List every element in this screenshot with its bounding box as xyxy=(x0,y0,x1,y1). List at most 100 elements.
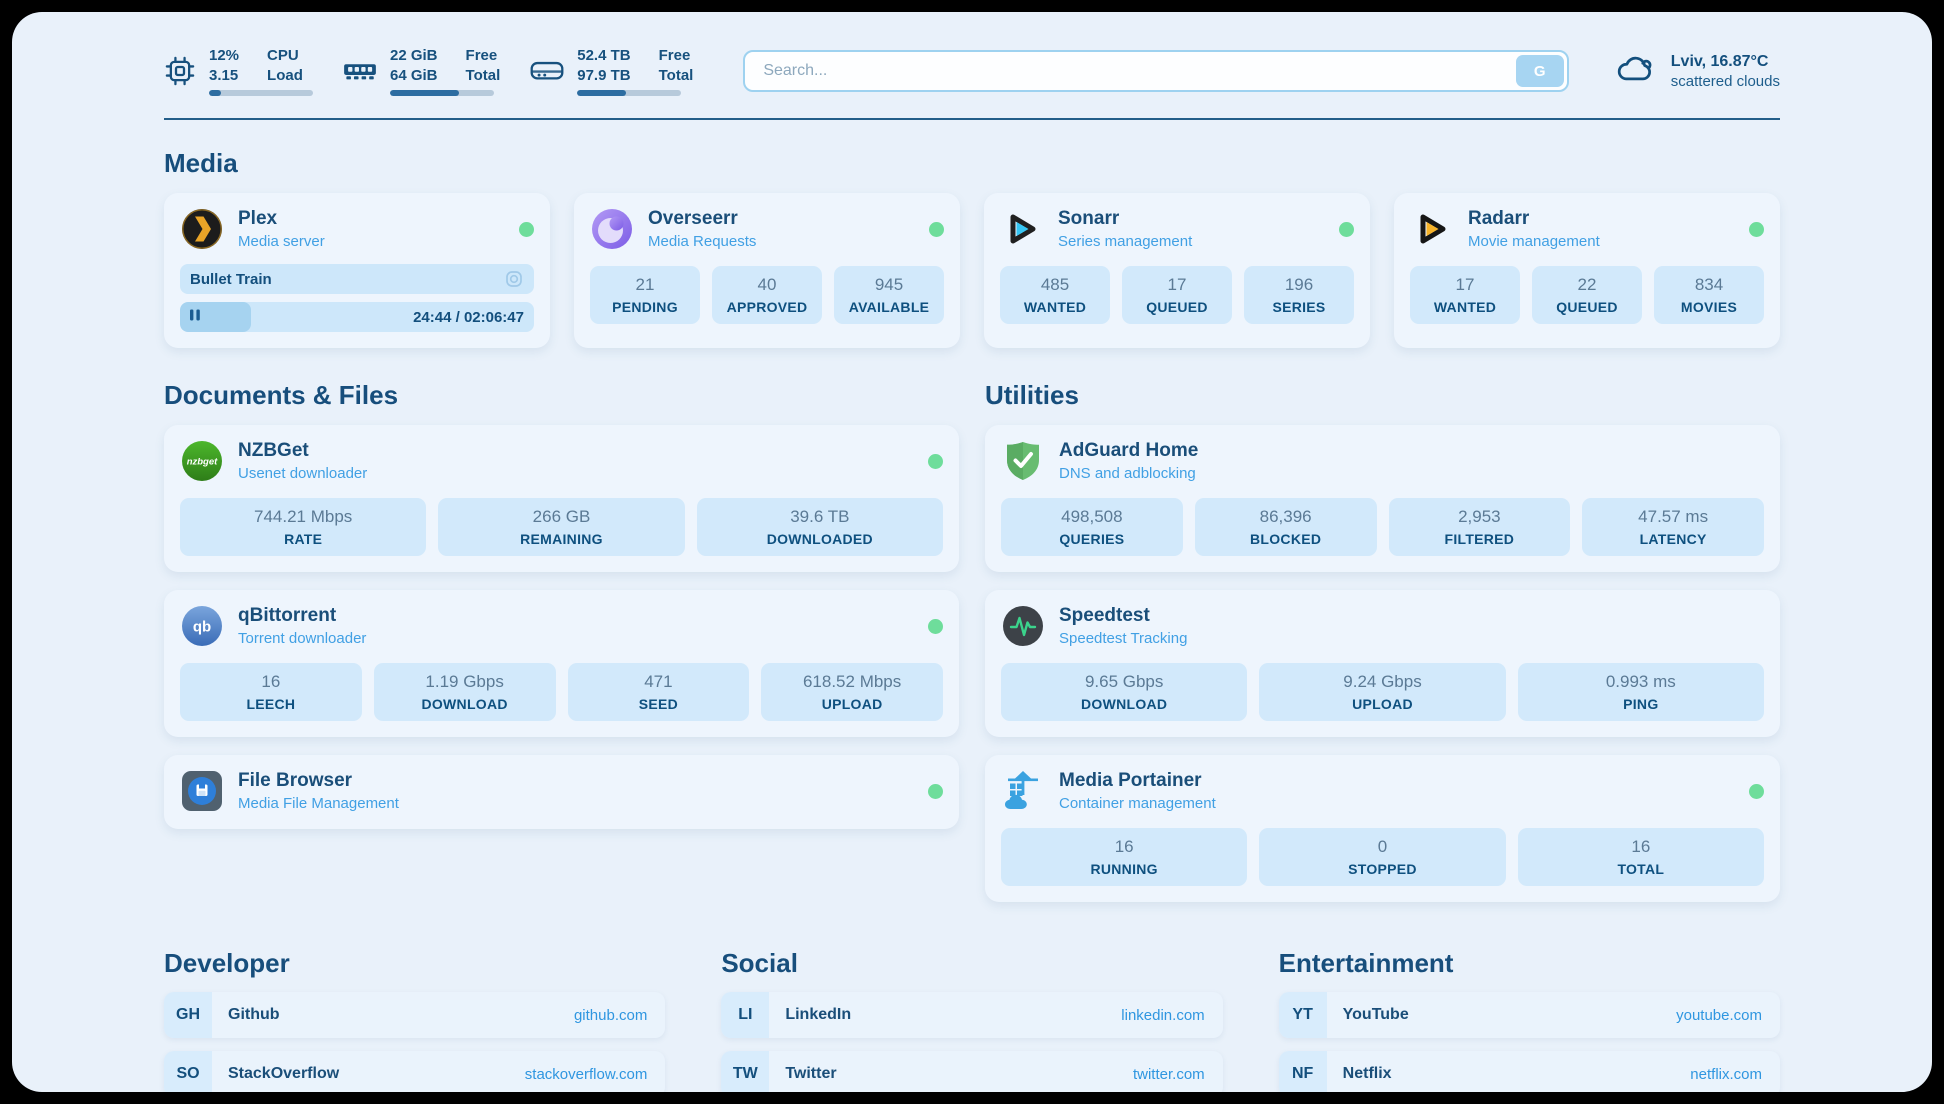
cloud-icon xyxy=(1615,54,1657,89)
stat-tile: 86,396 BLOCKED xyxy=(1195,498,1377,556)
stat-tile: 1.19 Gbps DOWNLOAD xyxy=(374,663,556,721)
link-name: Twitter xyxy=(785,1065,836,1083)
link-name: LinkedIn xyxy=(785,1006,851,1024)
link-item-github[interactable]: GH Github github.com xyxy=(164,992,665,1038)
stat-value: 39.6 TB xyxy=(790,507,849,527)
pause-icon[interactable] xyxy=(189,308,201,327)
app-card-sonarr[interactable]: Sonarr Series management 485 WANTED 17 Q… xyxy=(984,193,1370,348)
camera-lens-icon[interactable] xyxy=(504,269,524,289)
link-url[interactable]: youtube.com xyxy=(1676,1007,1780,1024)
stat-tile: 21 PENDING xyxy=(590,266,700,324)
filebrowser-icon xyxy=(180,769,224,813)
app-description: Usenet downloader xyxy=(238,465,367,482)
stat-value: 17 xyxy=(1456,275,1475,295)
stat-label: LATENCY xyxy=(1640,531,1707,547)
app-card-speedtest[interactable]: Speedtest Speedtest Tracking 9.65 Gbps D… xyxy=(985,590,1780,737)
stat-tile: 744.21 Mbps RATE xyxy=(180,498,426,556)
ram-icon xyxy=(343,60,377,82)
app-card-radarr[interactable]: Radarr Movie management 17 WANTED 22 QUE… xyxy=(1394,193,1780,348)
search-engine-button[interactable]: G xyxy=(1516,55,1564,87)
app-card-portainer[interactable]: Media Portainer Container management 16 … xyxy=(985,755,1780,902)
stat-label: QUEUED xyxy=(1146,299,1208,315)
memory-progress-fill xyxy=(390,90,459,96)
link-url[interactable]: netflix.com xyxy=(1690,1066,1780,1083)
link-abbr-badge: GH xyxy=(164,992,212,1038)
qbittorrent-icon-text: qb xyxy=(193,619,211,636)
stat-tile: 9.65 Gbps DOWNLOAD xyxy=(1001,663,1247,721)
app-name: Overseerr xyxy=(648,208,756,230)
stat-label: PENDING xyxy=(612,299,678,315)
stat-label: RATE xyxy=(284,531,322,547)
stat-label: BLOCKED xyxy=(1250,531,1321,547)
stat-label: APPROVED xyxy=(727,299,808,315)
stat-tile: 17 QUEUED xyxy=(1122,266,1232,324)
stat-tile: 47.57 ms LATENCY xyxy=(1582,498,1764,556)
app-card-overseerr[interactable]: Overseerr Media Requests 21 PENDING 40 A… xyxy=(574,193,960,348)
storage-free-label: Free xyxy=(659,46,694,66)
cpu-widget: 12% 3.15 CPU Load xyxy=(164,46,313,96)
stat-label: DOWNLOAD xyxy=(422,696,508,712)
cpu-label: CPU xyxy=(267,46,303,66)
link-url[interactable]: github.com xyxy=(574,1007,665,1024)
search-input[interactable] xyxy=(743,50,1568,92)
stat-value: 945 xyxy=(875,275,903,295)
app-card-header: Sonarr Series management xyxy=(1000,207,1354,251)
stat-tile: 16 RUNNING xyxy=(1001,828,1247,886)
adguard-shield-icon xyxy=(1001,439,1045,483)
now-playing-title: Bullet Train xyxy=(190,271,272,288)
memory-free: 22 GiB xyxy=(390,46,438,66)
online-status-dot xyxy=(1339,222,1354,237)
section-title-developer: Developer xyxy=(164,948,665,979)
section-title-documents: Documents & Files xyxy=(164,380,959,411)
section-entertainment: Entertainment YT YouTube youtube.com NF … xyxy=(1279,948,1780,1092)
radarr-icon xyxy=(1410,207,1454,251)
now-playing-row: Bullet Train xyxy=(180,264,534,294)
stat-label: REMAINING xyxy=(520,531,603,547)
app-description: Container management xyxy=(1059,795,1216,812)
memory-progress-track xyxy=(390,90,494,96)
stat-tile: 22 QUEUED xyxy=(1532,266,1642,324)
link-url[interactable]: linkedin.com xyxy=(1121,1007,1222,1024)
stat-label: PING xyxy=(1623,696,1658,712)
stat-value: 0.993 ms xyxy=(1606,672,1676,692)
memory-total: 64 GiB xyxy=(390,66,438,86)
cpu-percent: 12% xyxy=(209,46,239,66)
link-item-twitter[interactable]: TW Twitter twitter.com xyxy=(721,1051,1222,1092)
link-url[interactable]: twitter.com xyxy=(1133,1066,1223,1083)
link-url[interactable]: stackoverflow.com xyxy=(525,1066,666,1083)
app-card-header: Radarr Movie management xyxy=(1410,207,1764,251)
app-card-filebrowser[interactable]: File Browser Media File Management xyxy=(164,755,959,829)
app-card-nzbget[interactable]: nzbget NZBGet Usenet downloader 744.21 M… xyxy=(164,425,959,572)
storage-progress-track xyxy=(577,90,681,96)
stat-value: 16 xyxy=(1631,837,1650,857)
stat-label: MOVIES xyxy=(1681,299,1737,315)
dashboard-panel: 12% 3.15 CPU Load xyxy=(12,12,1932,1092)
stat-tile: 196 SERIES xyxy=(1244,266,1354,324)
playback-progress-fill xyxy=(180,302,251,332)
stat-tile: 39.6 TB DOWNLOADED xyxy=(697,498,943,556)
playback-time: 24:44 / 02:06:47 xyxy=(413,309,534,326)
section-title-entertainment: Entertainment xyxy=(1279,948,1780,979)
stat-tile: 17 WANTED xyxy=(1410,266,1520,324)
link-name: StackOverflow xyxy=(228,1065,339,1083)
app-card-plex[interactable]: Plex Media server Bullet Train xyxy=(164,193,550,348)
section-media: Media Plex Media server xyxy=(164,148,1780,348)
storage-total: 97.9 TB xyxy=(577,66,630,86)
online-status-dot xyxy=(519,222,534,237)
app-card-adguard[interactable]: AdGuard Home DNS and adblocking 498,508 … xyxy=(985,425,1780,572)
link-item-stackoverflow[interactable]: SO StackOverflow stackoverflow.com xyxy=(164,1051,665,1092)
stat-value: 618.52 Mbps xyxy=(803,672,901,692)
stat-tile: 0.993 ms PING xyxy=(1518,663,1764,721)
link-item-netflix[interactable]: NF Netflix netflix.com xyxy=(1279,1051,1780,1092)
storage-total-label: Total xyxy=(659,66,694,86)
app-description: Torrent downloader xyxy=(238,630,366,647)
app-card-qbittorrent[interactable]: qb qBittorrent Torrent downloader 16 LEE… xyxy=(164,590,959,737)
link-name: YouTube xyxy=(1343,1006,1409,1024)
link-item-linkedin[interactable]: LI LinkedIn linkedin.com xyxy=(721,992,1222,1038)
playback-progress-bar[interactable]: 24:44 / 02:06:47 xyxy=(180,302,534,332)
app-description: Media File Management xyxy=(238,795,399,812)
app-name: Media Portainer xyxy=(1059,770,1216,792)
link-item-youtube[interactable]: YT YouTube youtube.com xyxy=(1279,992,1780,1038)
stat-label: WANTED xyxy=(1434,299,1496,315)
app-description: Media Requests xyxy=(648,233,756,250)
